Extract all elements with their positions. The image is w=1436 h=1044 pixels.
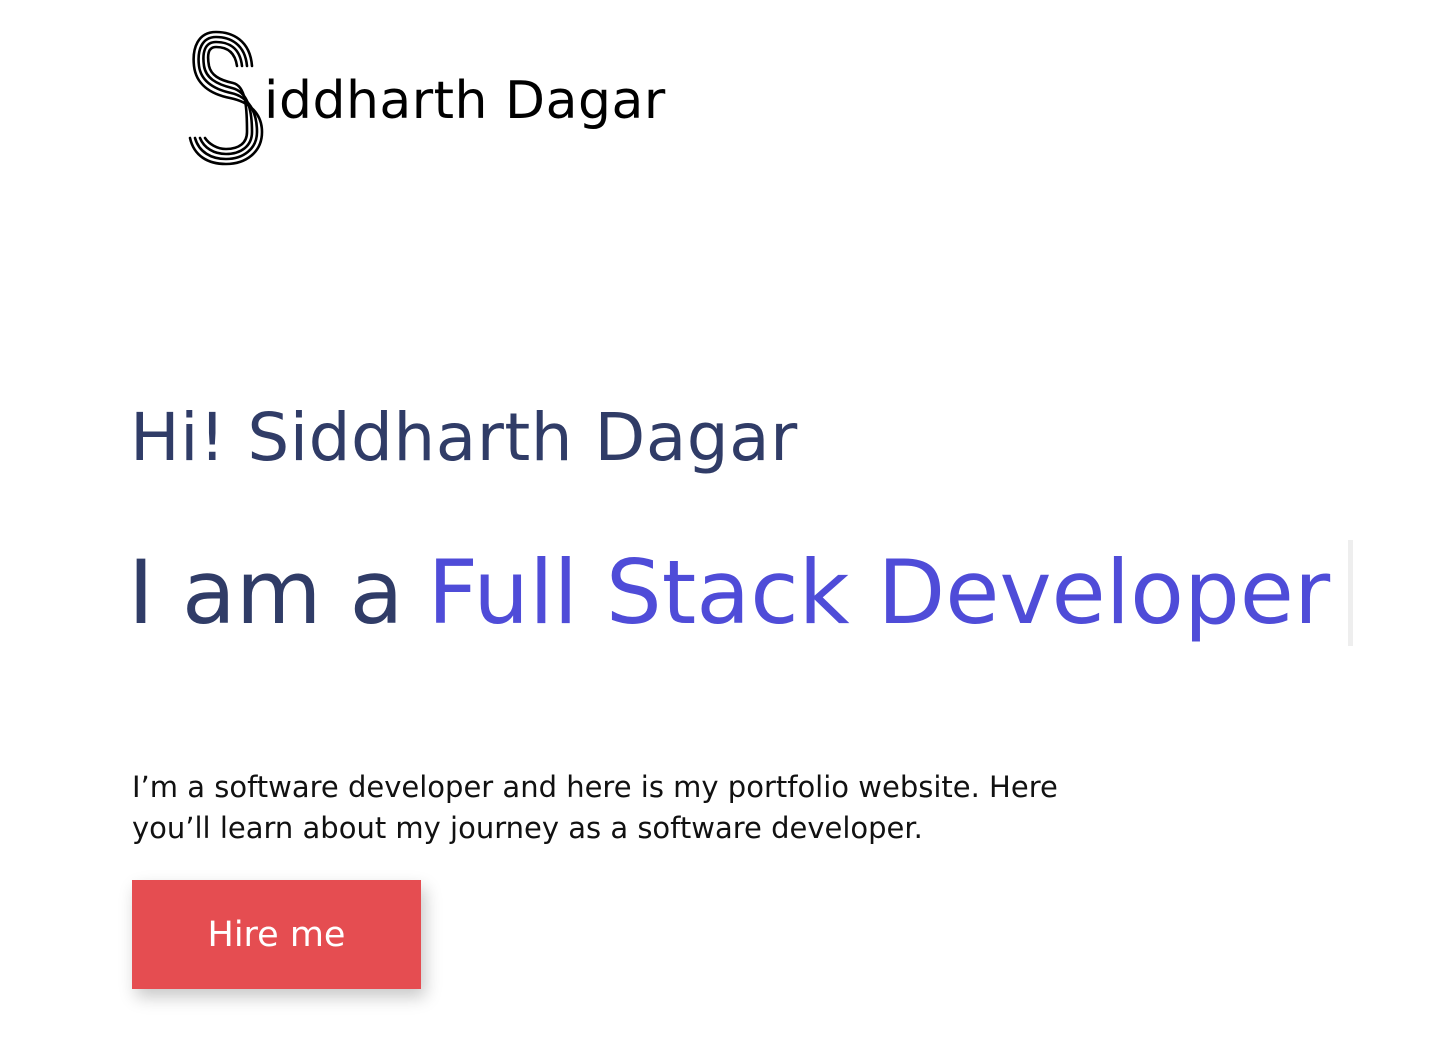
hero-role-line: I am a Full Stack Developer <box>128 538 1354 648</box>
role-prefix: I am a <box>128 541 404 644</box>
typing-cursor <box>1348 540 1354 646</box>
hero-greeting: Hi! Siddharth Dagar <box>130 399 798 476</box>
site-logo[interactable]: iddharth Dagar <box>186 26 666 170</box>
role-typed-text: Full Stack Developer <box>427 541 1331 644</box>
hire-me-button[interactable]: Hire me <box>132 880 421 989</box>
hero-intro-text: I’m a software developer and here is my … <box>132 770 1058 845</box>
logo-text: iddharth Dagar <box>264 71 666 131</box>
stylized-s-icon <box>188 30 264 166</box>
